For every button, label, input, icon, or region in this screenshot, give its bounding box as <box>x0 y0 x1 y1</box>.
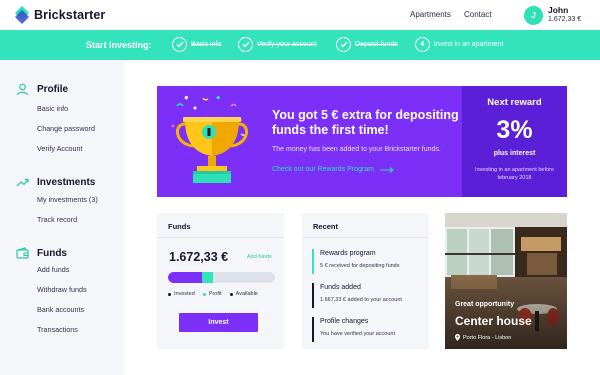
step-number: 4 <box>415 37 430 52</box>
wallet-icon <box>16 246 29 260</box>
onboarding-title: Start investing: <box>86 40 152 50</box>
sidebar-item-my-investments[interactable]: My investments (3) <box>37 190 98 210</box>
funds-card: Funds 1.672,33 € Add funds Invested Prof… <box>157 213 284 349</box>
step-label: Basic info <box>191 41 222 48</box>
apartment-location: Porto Flora - Lisbon <box>455 334 511 341</box>
rewards-link-label: Check out our Rewards Program <box>272 166 374 173</box>
recent-item-title: Funds added <box>320 284 361 291</box>
avatar: J <box>524 5 543 25</box>
sidebar-item-change-password[interactable]: Change password <box>37 119 95 139</box>
divider <box>157 237 284 238</box>
add-funds-link[interactable]: Add funds <box>247 254 272 260</box>
divider <box>302 237 429 238</box>
step-label: Verify your account <box>257 41 317 48</box>
next-reward-title: Next reward <box>487 97 542 108</box>
sidebar-title: Investments <box>37 176 96 188</box>
user-name: John <box>548 5 569 15</box>
step-basic-info[interactable]: Basic info <box>172 37 221 52</box>
card-title: Funds <box>168 222 191 231</box>
sidebar-heading-investments[interactable]: Investments <box>16 175 98 189</box>
step-label: Invest in an apartment <box>434 41 504 48</box>
logo-icon <box>14 5 30 25</box>
recent-item[interactable]: Funds added 1.667,33 € added to your acc… <box>312 283 422 308</box>
next-reward-panel: Next reward 3% plus interest Investing i… <box>462 86 567 197</box>
invested-segment <box>168 272 203 283</box>
brand-name: Brickstarter <box>34 8 106 22</box>
next-reward-note: Investing in an apartment before februar… <box>475 167 554 181</box>
recent-card: Recent Rewards program 5 € received for … <box>302 213 429 349</box>
sidebar-item-basic-info[interactable]: Basic info <box>37 99 95 119</box>
nav-apartments-link[interactable]: Apartments <box>410 10 451 19</box>
legend-profit: Profit <box>202 291 222 297</box>
sidebar-item-withdraw-funds[interactable]: Withdraw funds <box>37 280 87 300</box>
sidebar-item-add-funds[interactable]: Add funds <box>37 260 87 280</box>
sidebar-section-profile: Profile Basic info Change password Verif… <box>16 82 95 159</box>
nav-contact-link[interactable]: Contact <box>464 10 492 19</box>
next-reward-value: 3% <box>496 116 533 144</box>
user-menu[interactable]: J John 1.672,33 € <box>524 5 581 25</box>
step-invest-apartment[interactable]: 4 Invest in an apartment <box>415 37 503 52</box>
profit-segment <box>202 272 213 283</box>
card-title: Recent <box>313 222 339 231</box>
sidebar-title: Funds <box>37 247 67 259</box>
onboarding-progress: Start investing: Basic info Verify your … <box>0 30 600 60</box>
reward-banner: You got 5 € extra for depositing funds t… <box>157 86 567 197</box>
step-deposit-funds[interactable]: Deposit funds <box>336 37 398 52</box>
rewards-program-link[interactable]: Check out our Rewards Program <box>272 166 394 173</box>
banner-headline: You got 5 € extra for depositing funds t… <box>272 108 459 137</box>
sidebar-item-transactions[interactable]: Transactions <box>37 320 87 340</box>
top-navigation: Brickstarter Apartments Contact J John 1… <box>0 0 600 30</box>
apartment-title: Center house <box>455 314 532 328</box>
sidebar-heading-funds[interactable]: Funds <box>16 246 87 260</box>
arrow-right-icon <box>379 166 394 173</box>
funds-allocation-bar <box>168 272 275 283</box>
trophy-illustration <box>171 95 248 183</box>
sidebar-item-track-record[interactable]: Track record <box>37 210 98 230</box>
recent-accent <box>312 249 314 274</box>
user-funds: 1.672,33 € <box>548 16 582 23</box>
recent-accent <box>312 317 314 342</box>
trend-icon <box>16 176 29 189</box>
legend-available: Available <box>229 291 258 297</box>
sidebar-item-verify-account[interactable]: Verify Account <box>37 139 95 159</box>
recent-item-desc: 5 € received for depositing funds <box>320 263 400 269</box>
sidebar-title: Profile <box>37 83 69 95</box>
recent-accent <box>312 283 314 308</box>
location-pin-icon <box>455 334 460 341</box>
check-icon <box>172 37 187 52</box>
legend-invested: Invested <box>168 291 195 297</box>
apartment-kicker: Great opportunity <box>455 301 515 308</box>
banner-subtext: The money has been added to your Brickst… <box>272 146 441 153</box>
funds-legend: Invested Profit Available <box>168 291 266 297</box>
recent-item[interactable]: Profile changes You have verified your a… <box>312 317 422 342</box>
brand-logo[interactable]: Brickstarter <box>14 5 106 25</box>
invest-button[interactable]: Invest <box>179 313 258 332</box>
step-label: Deposit funds <box>355 41 398 48</box>
check-icon <box>238 37 253 52</box>
recent-item-title: Rewards program <box>320 250 376 257</box>
sidebar-section-funds: Funds Add funds Withdraw funds Bank acco… <box>16 246 87 340</box>
funds-balance: 1.672,33 € <box>169 250 229 264</box>
recent-item-title: Profile changes <box>320 318 369 325</box>
sidebar-item-bank-accounts[interactable]: Bank accounts <box>37 300 87 320</box>
next-reward-subtitle: plus interest <box>493 150 536 157</box>
check-icon <box>336 37 351 52</box>
apartment-card[interactable]: Great opportunity Center house Porto Flo… <box>445 213 567 349</box>
apartment-location-text: Porto Flora - Lisbon <box>463 334 512 341</box>
sidebar-section-investments: Investments My investments (3) Track rec… <box>16 175 98 230</box>
recent-item-desc: 1.667,33 € added to your account <box>320 297 402 303</box>
user-icon <box>16 83 29 96</box>
recent-item[interactable]: Rewards program 5 € received for deposit… <box>312 249 422 274</box>
sidebar-heading-profile[interactable]: Profile <box>16 82 95 96</box>
step-verify-account[interactable]: Verify your account <box>238 37 317 52</box>
recent-item-desc: You have verified your account <box>320 331 396 337</box>
